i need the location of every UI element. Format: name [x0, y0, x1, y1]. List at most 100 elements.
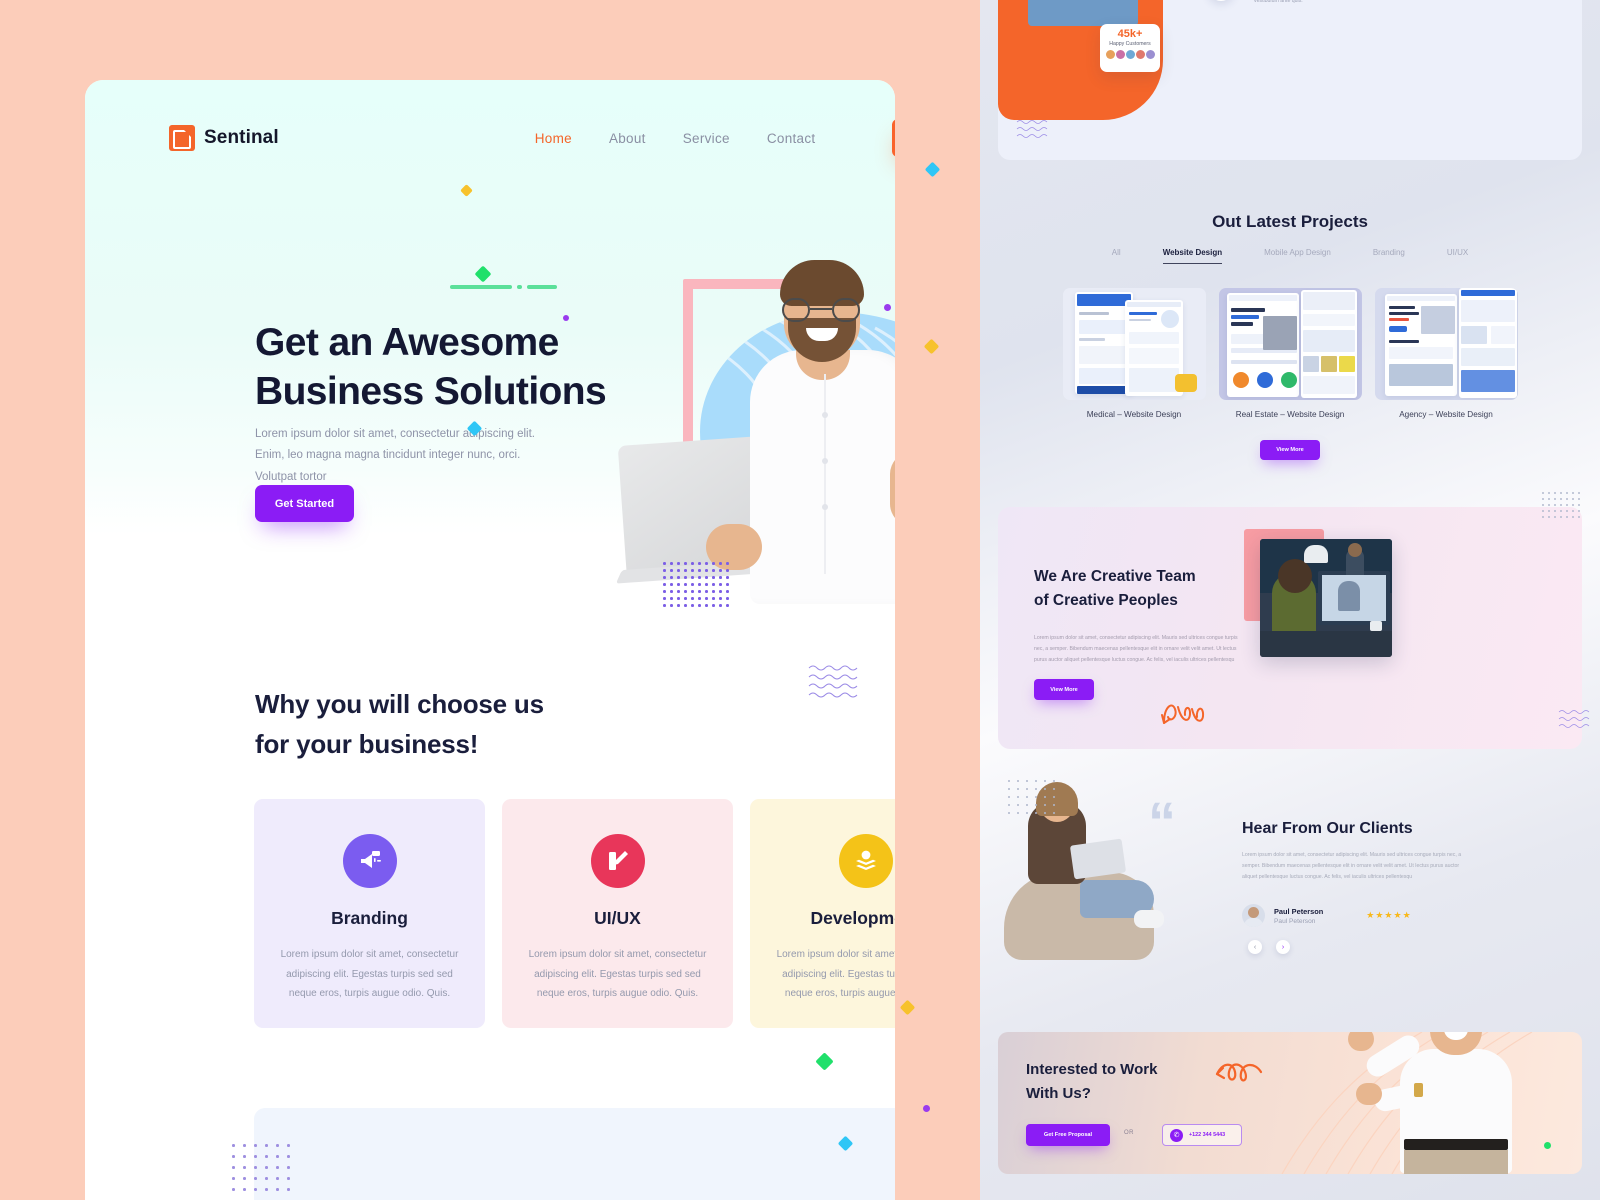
nav-item-home[interactable]: Home — [535, 131, 572, 146]
team-text: Lorem ipsum dolor sit amet, consectetur … — [1034, 635, 1238, 663]
brand-name: Sentinal — [204, 127, 279, 148]
hero-title-line2: Business Solutions — [255, 370, 607, 414]
cta-section: Interested to Work With Us? Get Free Pro… — [998, 1032, 1582, 1174]
hero-illustration — [617, 260, 895, 610]
project-thumbnail — [1218, 288, 1362, 400]
project-label: Real Estate – Website Design — [1235, 410, 1345, 419]
feature-card-title: Branding — [331, 908, 408, 928]
nav-links: Home About Service Contact Sign Up — [535, 119, 895, 157]
cta-man-photo — [1348, 1032, 1538, 1174]
why-title-line2: for your business! — [255, 729, 479, 760]
tab-uiux[interactable]: UI/UX — [1447, 248, 1468, 264]
ruler-pencil-icon — [590, 834, 645, 888]
feature-list-item-3: Shareable working procedure Lorem ipsum … — [1208, 0, 1458, 28]
feature-item-text: Lorem ipsum dolor sit amet, consectetur … — [1254, 0, 1303, 4]
nav-item-contact[interactable]: Contact — [767, 131, 816, 146]
tab-website-design[interactable]: Website Design — [1162, 248, 1223, 264]
cta-title: Interested to Work With Us? — [1026, 1058, 1186, 1106]
diamond-decoration-outer-yellow-2 — [899, 999, 916, 1016]
curl-arrow-decoration-icon — [1161, 704, 1205, 724]
get-started-button[interactable]: Get Started — [255, 485, 354, 522]
dot-grid-decoration-4 — [1008, 780, 1066, 818]
feature-card-uiux[interactable]: UI/UX Lorem ipsum dolor sit amet, consec… — [502, 799, 733, 1028]
badge-label: Happy Customers — [1109, 41, 1151, 47]
phone-ring-icon: ✆ — [1170, 1128, 1183, 1142]
navbar: Sentinal Home About Service Contact Sign… — [85, 108, 895, 168]
team-title: We Are Creative Team of Creative Peoples — [1034, 565, 1264, 613]
hero-person-photo — [617, 260, 895, 604]
glasses-icon — [780, 298, 864, 322]
quote-mark-icon: “ — [1148, 790, 1176, 853]
happy-customers-badge: 45k+ Happy Customers — [1100, 24, 1160, 72]
reliable-title-line1: Reliable, Safe, Fast High — [589, 1193, 895, 1200]
feature-card-development[interactable]: Development Lorem ipsum dolor sit amet, … — [750, 799, 895, 1028]
team-title-line2: of Creative Peoples — [1034, 592, 1178, 610]
project-card-agency[interactable]: Agency – Website Design — [1374, 288, 1518, 419]
dot-grid-decoration — [663, 562, 733, 607]
reliable-title: Reliable, Safe, Fast High Quality Busine… — [589, 1193, 895, 1200]
hero-dash-decoration — [450, 285, 558, 289]
hero-subtitle: Lorem ipsum dolor sit amet, consectetur … — [255, 428, 535, 483]
dot-decoration-purple-2 — [884, 304, 891, 311]
reliable-section: Reliable, Safe, Fast High Quality Busine… — [232, 1108, 895, 1200]
author-role: Paul Peterson — [1274, 917, 1316, 925]
feature-card-text: Lorem ipsum dolor sit amet, consectetur … — [528, 949, 707, 999]
project-card-realestate[interactable]: Real Estate – Website Design — [1218, 288, 1362, 419]
square-arrow-logo-icon — [169, 125, 195, 151]
nav-item-service[interactable]: Service — [683, 131, 730, 146]
layers-icon — [838, 834, 893, 888]
project-label: Medical – Website Design — [1086, 410, 1182, 419]
cta-phone-number: +122 344 5443 — [1189, 1132, 1226, 1138]
project-card-medical[interactable]: Medical – Website Design — [1062, 288, 1206, 419]
feature-card-title: Development — [810, 908, 895, 928]
signup-button[interactable]: Sign Up — [892, 119, 895, 157]
cta-title-line1: Interested to Work — [1026, 1061, 1158, 1078]
feature-cards: Branding Lorem ipsum dolor sit amet, con… — [254, 799, 895, 1028]
rating-stars: ★★★★★ — [1366, 910, 1412, 920]
cta-or-label: OR — [1124, 1130, 1134, 1136]
right-page-mockup: 45k+ Happy Customers Lorem ipsum dolor s… — [980, 0, 1600, 1200]
why-title-line1: Why you will choose us — [255, 689, 544, 719]
laptop-icon-2 — [1069, 838, 1127, 880]
tab-all[interactable]: All — [1112, 248, 1121, 264]
testimonial-prev-button[interactable]: ‹ — [1248, 940, 1262, 954]
nav-item-about[interactable]: About — [609, 131, 646, 146]
testimonials-title: Hear From Our Clients — [1242, 820, 1413, 837]
feature-card-text: Lorem ipsum dolor sit amet, consectetur … — [280, 949, 459, 999]
hero-title: Get an Awesome Business Solutions — [255, 318, 685, 416]
project-label: Agency – Website Design — [1399, 410, 1493, 419]
badge-avatars — [1100, 50, 1160, 59]
dot-decoration-green — [1544, 1142, 1551, 1149]
clipboard-share-icon — [1208, 0, 1234, 1]
projects-tabs: All Website Design Mobile App Design Bra… — [980, 248, 1600, 264]
feature-list: Lorem ipsum dolor sit amet, consectetur … — [1208, 0, 1458, 30]
squiggle-arrow-decoration-icon — [1215, 1063, 1263, 1082]
team-view-more-button[interactable]: View More — [1034, 679, 1094, 700]
feature-card-title: UI/UX — [594, 908, 641, 928]
brand-logo[interactable]: Sentinal — [169, 125, 279, 151]
project-thumbnail — [1374, 288, 1518, 400]
dot-decoration-purple — [563, 315, 569, 321]
get-free-proposal-button[interactable]: Get Free Proposal — [1026, 1124, 1110, 1146]
cta-title-line2: With Us? — [1026, 1085, 1091, 1102]
testimonial-next-button[interactable]: › — [1276, 940, 1290, 954]
creative-team-section: We Are Creative Team of Creative Peoples… — [998, 507, 1582, 749]
why-choose-title: Why you will choose us for your business… — [255, 684, 655, 765]
testimonial-author: Paul Peterson Paul Peterson ★★★★★ — [1242, 904, 1472, 927]
left-page-mockup: Sentinal Home About Service Contact Sign… — [85, 80, 895, 1200]
testimonials-text: Lorem ipsum dolor sit amet, consectetur … — [1242, 852, 1462, 880]
avatar — [1242, 904, 1265, 927]
testimonial-nav: ‹ › — [1248, 940, 1290, 954]
wave-decoration-icon — [808, 665, 858, 698]
team-office-photo — [1260, 539, 1392, 657]
team-title-line1: We Are Creative Team — [1034, 568, 1196, 585]
tab-mobile-app-design[interactable]: Mobile App Design — [1264, 248, 1331, 264]
wave-decoration-icon-2 — [1016, 120, 1048, 138]
tab-branding[interactable]: Branding — [1373, 248, 1405, 264]
cta-phone-button[interactable]: ✆ +122 344 5443 — [1162, 1124, 1242, 1146]
projects-view-more-button[interactable]: View More — [1260, 440, 1320, 460]
feature-card-branding[interactable]: Branding Lorem ipsum dolor sit amet, con… — [254, 799, 485, 1028]
dot-grid-decoration-2 — [232, 1144, 298, 1191]
diamond-decoration-outer-yellow — [923, 338, 940, 355]
dot-grid-decoration-3 — [1542, 492, 1586, 522]
